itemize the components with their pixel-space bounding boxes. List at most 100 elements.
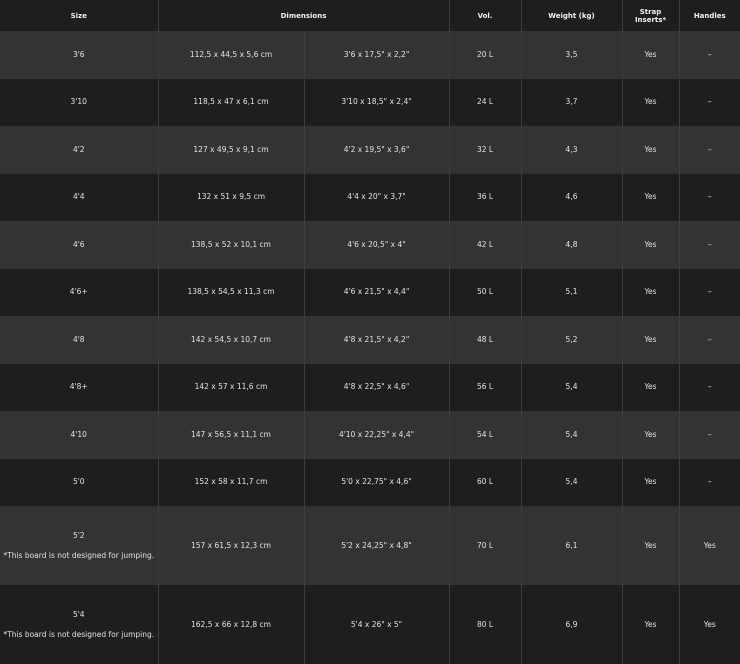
dimensions-metric-cell-text: 138,5 x 54,5 x 11,3 cm [187, 287, 275, 297]
dimensions-imperial-cell-text: 5'4 x 26" x 5" [350, 619, 403, 629]
handles-cell: Yes [679, 585, 740, 664]
dimensions-metric-cell-text: 147 x 56,5 x 11,1 cm [191, 429, 271, 439]
dimensions-imperial-cell: 4'8 x 22,5" x 4,6" [304, 363, 450, 411]
table-row: 4'8 142 x 54,5 x 10,7 cm 4'8 x 21,5" x 4,2… [0, 316, 740, 364]
handles-cell: – [679, 411, 740, 459]
handles-cell: – [679, 173, 740, 221]
handles-cell-text: Yes [703, 619, 716, 629]
handles-cell-text: – [707, 429, 712, 439]
volume-cell: 20 L [449, 31, 522, 79]
volume-cell-text: 36 L [476, 192, 494, 202]
weight-cell-text: 5,4 [565, 382, 578, 392]
header-strap-inserts: Strap Inserts* [622, 0, 680, 31]
handles-cell: Yes [679, 506, 740, 585]
dimensions-metric-cell-text: 118,5 x 47 x 6,1 cm [193, 97, 269, 107]
volume-cell-text: 56 L [476, 382, 494, 392]
volume-cell-text: 42 L [476, 239, 494, 249]
dimensions-imperial-cell: 4'2 x 19,5" x 3,6" [304, 126, 450, 174]
table-header-row: Size Dimensions Vol. Weight (kg) Strap I… [0, 0, 740, 31]
dimensions-imperial-cell-text: 4'10 x 22,25" x 4,4" [338, 429, 415, 439]
handles-cell-text: – [707, 192, 712, 202]
dimensions-metric-cell: 127 x 49,5 x 9,1 cm [158, 126, 305, 174]
size-cell: 4'6+ [0, 268, 159, 316]
table-body: 3'6 112,5 x 44,5 x 5,6 cm 3'6 x 17,5" x 2,… [0, 31, 740, 664]
dimensions-imperial-cell-text: 4'4 x 20" x 3,7" [347, 192, 406, 202]
dimensions-imperial-cell-text: 4'8 x 22,5" x 4,6" [343, 382, 410, 392]
volume-cell: 80 L [449, 585, 522, 664]
size-cell: 5'2 *This board is not designed for jumpi… [0, 506, 159, 585]
dimensions-imperial-cell: 5'4 x 26" x 5" [304, 585, 450, 664]
volume-cell: 42 L [449, 221, 522, 269]
size-cell-text: 5'0 [72, 477, 85, 487]
weight-cell-text: 3,5 [565, 49, 578, 59]
table-row: 4'10 147 x 56,5 x 11,1 cm 4'10 x 22,25" x … [0, 411, 740, 459]
strap-inserts-cell-text: Yes [644, 334, 657, 344]
dimensions-imperial-cell: 5'0 x 22,75" x 4,6" [304, 458, 450, 506]
strap-inserts-cell: Yes [622, 316, 680, 364]
weight-cell-text: 6,1 [565, 540, 578, 550]
dimensions-imperial-cell-text: 5'0 x 22,75" x 4,6" [341, 477, 412, 487]
size-cell-text: 4'6+ [69, 287, 88, 297]
handles-cell-text: – [707, 144, 712, 154]
size-cell-text: 5'2 [72, 530, 85, 540]
size-cell-text: 4'4 [72, 192, 85, 202]
table-row: 5'4 *This board is not designed for jumpi… [0, 585, 740, 664]
strap-inserts-cell-text: Yes [644, 49, 657, 59]
volume-cell-text: 54 L [476, 429, 494, 439]
dimensions-imperial-cell: 3'6 x 17,5" x 2,2" [304, 31, 450, 79]
table-row: 4'2 127 x 49,5 x 9,1 cm 4'2 x 19,5" x 3,6"… [0, 126, 740, 174]
volume-cell-text: 24 L [476, 97, 494, 107]
weight-cell: 5,1 [521, 268, 623, 316]
handles-cell: – [679, 268, 740, 316]
size-note: *This board is not designed for jumping. [3, 550, 155, 560]
dimensions-metric-cell-text: 138,5 x 52 x 10,1 cm [191, 239, 271, 249]
strap-inserts-cell: Yes [622, 78, 680, 126]
strap-inserts-cell: Yes [622, 221, 680, 269]
dimensions-metric-cell-text: 142 x 57 x 11,6 cm [194, 382, 268, 392]
dimensions-metric-cell: 152 x 58 x 11,7 cm [158, 458, 305, 506]
handles-cell-text: Yes [703, 540, 716, 550]
strap-inserts-cell: Yes [622, 458, 680, 506]
volume-cell-text: 20 L [476, 49, 494, 59]
dimensions-imperial-cell-text: 4'6 x 21,5" x 4,4" [343, 287, 410, 297]
dimensions-imperial-cell-text: 4'6 x 20,5" x 4" [347, 239, 406, 249]
dimensions-metric-cell: 162,5 x 66 x 12,8 cm [158, 585, 305, 664]
dimensions-imperial-cell: 4'10 x 22,25" x 4,4" [304, 411, 450, 459]
size-cell-text: 4'8 [72, 334, 85, 344]
size-cell: 3'10 [0, 78, 159, 126]
dimensions-metric-cell-text: 152 x 58 x 11,7 cm [194, 477, 268, 487]
volume-cell: 70 L [449, 506, 522, 585]
weight-cell: 4,3 [521, 126, 623, 174]
strap-inserts-cell: Yes [622, 126, 680, 174]
dimensions-metric-cell: 138,5 x 54,5 x 11,3 cm [158, 268, 305, 316]
board-size-table: Size Dimensions Vol. Weight (kg) Strap I… [0, 0, 740, 664]
dimensions-metric-cell-text: 127 x 49,5 x 9,1 cm [193, 144, 269, 154]
volume-cell-text: 60 L [476, 477, 494, 487]
strap-inserts-cell-text: Yes [644, 97, 657, 107]
handles-cell: – [679, 458, 740, 506]
strap-inserts-cell: Yes [622, 411, 680, 459]
dimensions-metric-cell-text: 112,5 x 44,5 x 5,6 cm [189, 49, 273, 59]
size-cell-text: 3'10 [70, 97, 87, 107]
volume-cell-text: 70 L [476, 540, 494, 550]
header-handles: Handles [679, 0, 740, 31]
dimensions-imperial-cell: 5'2 x 24,25" x 4,8" [304, 506, 450, 585]
dimensions-imperial-cell: 4'4 x 20" x 3,7" [304, 173, 450, 221]
size-cell: 5'0 [0, 458, 159, 506]
volume-cell-text: 32 L [476, 144, 494, 154]
strap-inserts-cell-text: Yes [644, 477, 657, 487]
strap-inserts-cell: Yes [622, 173, 680, 221]
weight-cell-text: 4,3 [565, 144, 578, 154]
strap-inserts-cell: Yes [622, 268, 680, 316]
weight-cell: 4,8 [521, 221, 623, 269]
handles-cell: – [679, 221, 740, 269]
dimensions-imperial-cell: 3'10 x 18,5" x 2,4" [304, 78, 450, 126]
handles-cell: – [679, 31, 740, 79]
size-cell: 4'4 [0, 173, 159, 221]
size-cell: 4'6 [0, 221, 159, 269]
strap-inserts-cell: Yes [622, 31, 680, 79]
handles-cell-text: – [707, 477, 712, 487]
handles-cell-text: – [707, 97, 712, 107]
strap-inserts-cell-text: Yes [644, 239, 657, 249]
weight-cell-text: 5,4 [565, 429, 578, 439]
